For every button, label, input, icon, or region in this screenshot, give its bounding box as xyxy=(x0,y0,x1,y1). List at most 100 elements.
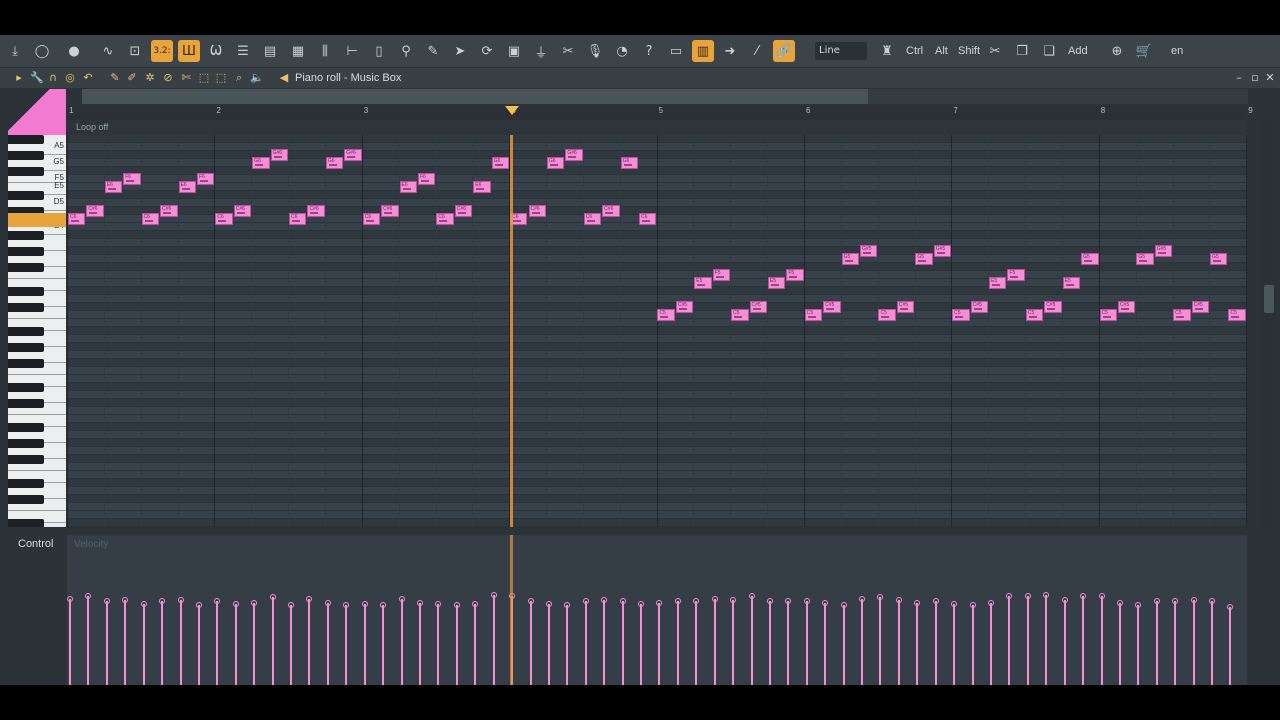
velocity-handle[interactable] xyxy=(859,595,866,602)
velocity-handle[interactable] xyxy=(803,598,810,605)
velocity-handle[interactable] xyxy=(103,598,110,605)
pitch-knob-icon[interactable]: ◯ xyxy=(31,40,53,62)
slice-tool-icon[interactable]: ✄ xyxy=(179,70,193,86)
velocity-handle[interactable] xyxy=(1098,593,1105,600)
velocity-handle[interactable] xyxy=(214,598,221,605)
copy-icon[interactable]: ❐ xyxy=(1011,40,1033,62)
speaker-icon[interactable]: 🔈 xyxy=(250,70,264,86)
velocity-handle[interactable] xyxy=(122,597,129,604)
piano-note[interactable]: C6 xyxy=(362,213,381,225)
piano-note[interactable]: C#6 xyxy=(86,205,104,217)
velocity-stem[interactable] xyxy=(455,605,458,685)
tuning-icon[interactable]: ⊕ xyxy=(1106,40,1128,62)
velocity-stem[interactable] xyxy=(400,598,403,685)
velocity-handle[interactable] xyxy=(1080,593,1087,600)
velocity-handle[interactable] xyxy=(1024,593,1031,600)
refresh-icon[interactable]: ⟳ xyxy=(476,40,498,62)
velocity-stem[interactable] xyxy=(916,602,919,685)
piano-note[interactable]: E5 xyxy=(694,277,712,289)
piano-note[interactable]: C#6 xyxy=(160,205,178,217)
piano-note[interactable]: C#6 xyxy=(233,205,252,217)
velocity-handle[interactable] xyxy=(582,598,589,605)
velocity-handle[interactable] xyxy=(656,599,663,606)
piano-note[interactable]: C#5 xyxy=(1117,301,1136,313)
ctrl-button[interactable]: Ctrl xyxy=(906,41,923,61)
velocity-handle[interactable] xyxy=(730,597,737,604)
record-icon[interactable]: ◎ xyxy=(63,70,77,86)
velocity-stem[interactable] xyxy=(676,601,679,685)
velocity-lane[interactable] xyxy=(67,535,1247,685)
velocity-handle[interactable] xyxy=(343,602,350,609)
black-key[interactable] xyxy=(8,518,44,527)
black-key[interactable] xyxy=(8,326,44,336)
shift-button[interactable]: Shift xyxy=(958,41,980,61)
velocity-handle[interactable] xyxy=(1227,603,1234,610)
black-key[interactable] xyxy=(8,190,44,200)
piano-note[interactable]: C#6 xyxy=(528,205,546,217)
wrench-icon[interactable]: 🔧 xyxy=(30,70,44,86)
control-selector[interactable]: Control xyxy=(18,538,53,550)
piano-note[interactable]: C6 xyxy=(639,213,657,225)
velocity-handle[interactable] xyxy=(490,591,497,598)
chat-icon[interactable]: ◔ xyxy=(611,40,633,62)
piano-note[interactable]: C5 xyxy=(952,309,970,321)
undo-icon[interactable]: ↶ xyxy=(81,70,95,86)
velocity-handle[interactable] xyxy=(177,597,184,604)
piano-note[interactable]: C6 xyxy=(68,213,86,225)
velocity-stem[interactable] xyxy=(1100,596,1103,685)
velocity-stem[interactable] xyxy=(953,604,956,685)
shop-icon[interactable]: 🛒 xyxy=(1133,40,1155,62)
paint-tool-icon[interactable]: ✐ xyxy=(125,70,139,86)
velocity-stem[interactable] xyxy=(897,600,900,685)
black-key[interactable] xyxy=(8,398,44,408)
velocity-handle[interactable] xyxy=(877,594,884,601)
velocity-stem[interactable] xyxy=(768,601,771,685)
velocity-handle[interactable] xyxy=(1190,597,1197,604)
velocity-handle[interactable] xyxy=(840,602,847,609)
velocity-handle[interactable] xyxy=(195,602,202,609)
velocity-stem[interactable] xyxy=(990,602,992,685)
piano-note[interactable]: F6 xyxy=(417,173,436,185)
magnify-icon[interactable]: ⌕ xyxy=(232,70,246,86)
velocity-handle[interactable] xyxy=(895,597,902,604)
piano-note[interactable]: E6 xyxy=(473,181,491,193)
delete-tool-icon[interactable]: ✲ xyxy=(143,70,157,86)
velocity-stem[interactable] xyxy=(437,604,440,685)
velocity-stem[interactable] xyxy=(529,601,532,685)
velocity-stem[interactable] xyxy=(1137,605,1140,685)
velocity-stem[interactable] xyxy=(308,598,311,685)
piano-note[interactable]: C5 xyxy=(1228,309,1246,321)
velocity-handle[interactable] xyxy=(1135,602,1142,609)
velocity-stem[interactable] xyxy=(1026,596,1029,685)
keyboard-icon[interactable]: ▥ xyxy=(692,40,714,62)
velocity-handle[interactable] xyxy=(988,599,994,606)
velocity-handle[interactable] xyxy=(932,598,939,605)
piano-note[interactable]: C#6 xyxy=(602,205,620,217)
black-key[interactable] xyxy=(8,422,44,432)
piano-note[interactable]: F6 xyxy=(123,173,141,185)
velocity-stem[interactable] xyxy=(197,605,200,685)
velocity-handle[interactable] xyxy=(453,602,460,609)
black-key[interactable] xyxy=(8,135,44,144)
velocity-stem[interactable] xyxy=(1229,606,1232,685)
step-record-icon[interactable]: Ш xyxy=(178,40,200,62)
velocity-stem[interactable] xyxy=(105,601,108,685)
cut-icon[interactable]: ✂ xyxy=(984,40,1006,62)
plugin-icon[interactable]: ⚲ xyxy=(395,40,417,62)
control-target[interactable]: Velocity xyxy=(74,539,108,550)
velocity-handle[interactable] xyxy=(693,598,700,605)
velocity-stem[interactable] xyxy=(1118,602,1121,685)
velocity-stem[interactable] xyxy=(179,600,182,685)
piano-note[interactable]: F6 xyxy=(196,173,215,185)
velocity-handle[interactable] xyxy=(638,601,645,608)
velocity-stem[interactable] xyxy=(640,604,643,685)
microphone-icon[interactable]: 🎙 xyxy=(584,40,606,62)
velocity-stem[interactable] xyxy=(621,601,624,685)
piano-note[interactable]: G6 xyxy=(325,157,344,169)
velocity-handle[interactable] xyxy=(269,594,276,601)
piano-note[interactable]: F5 xyxy=(712,269,731,281)
piano-note[interactable]: C#5 xyxy=(823,301,841,313)
velocity-handle[interactable] xyxy=(306,595,313,602)
velocity-stem[interactable] xyxy=(1045,594,1048,685)
velocity-handle[interactable] xyxy=(619,598,626,605)
